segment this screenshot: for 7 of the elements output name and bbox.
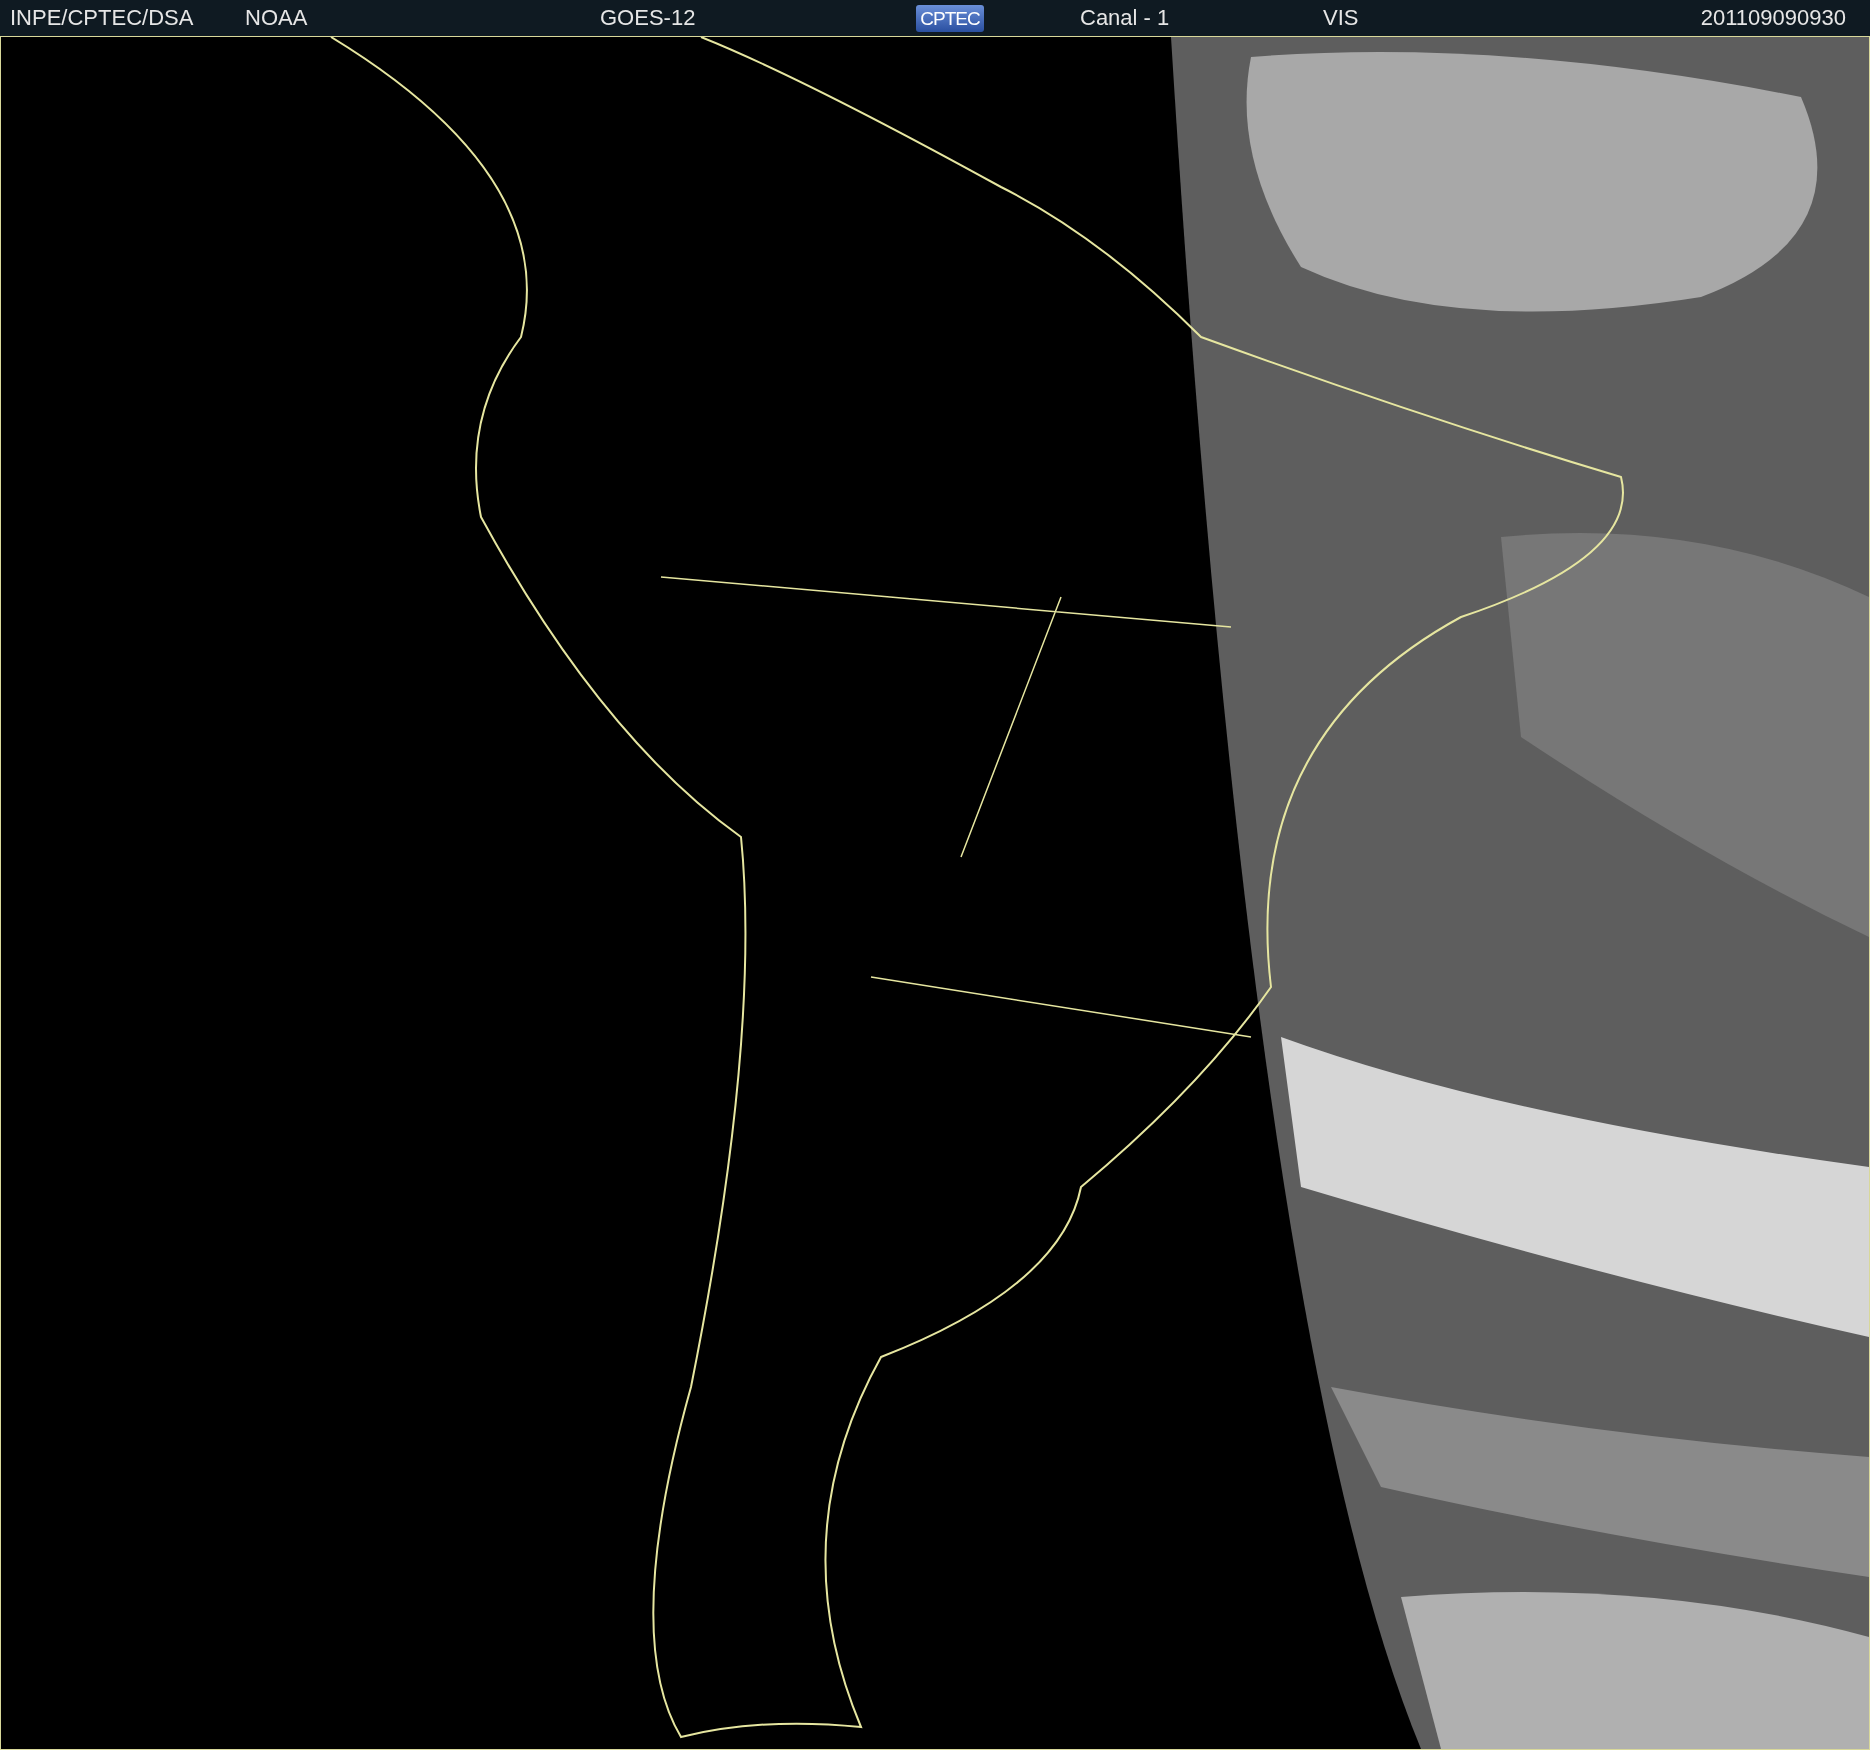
- header-label: 201109090930: [1700, 7, 1846, 29]
- header-label: NOAA: [245, 7, 309, 29]
- header-label: INPE/CPTEC/DSA: [10, 7, 195, 29]
- header-label: GOES-12: [600, 7, 697, 29]
- logo: CPTEC: [916, 4, 984, 32]
- header-label: VIS: [1323, 7, 1360, 29]
- header-label: Canal - 1: [1080, 7, 1171, 29]
